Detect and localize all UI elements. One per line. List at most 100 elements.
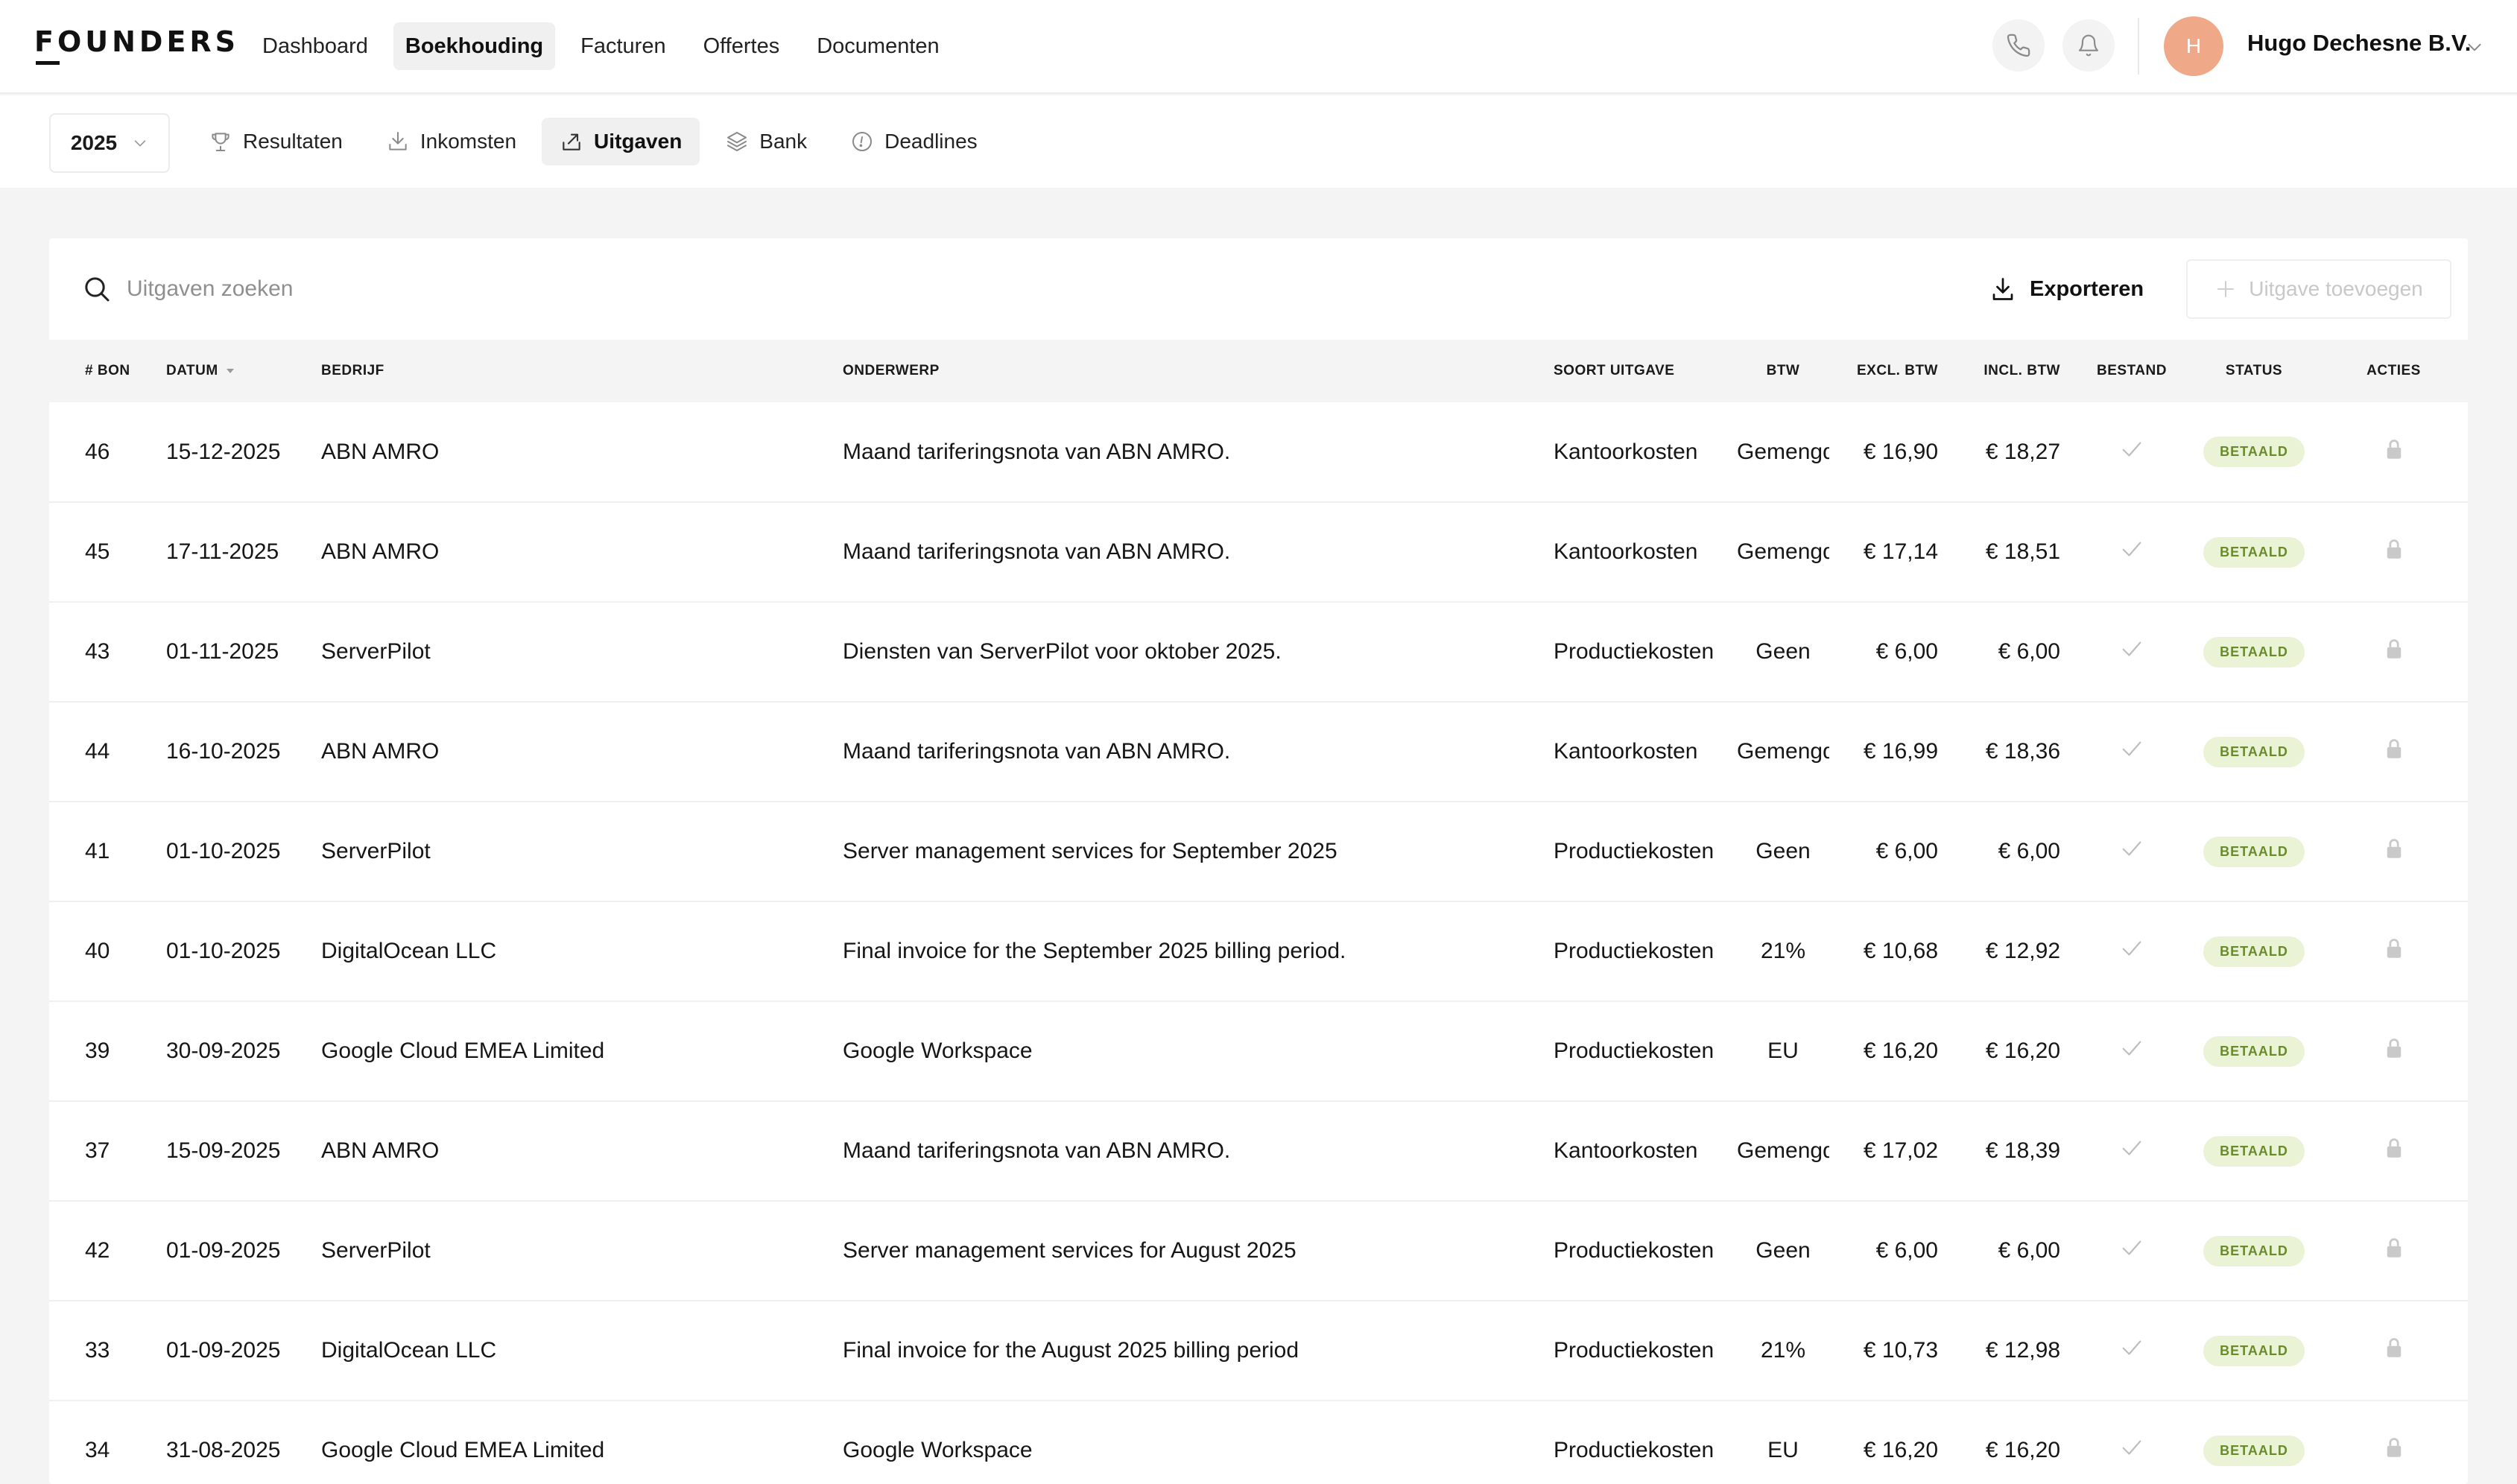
notifications-button[interactable] — [2062, 19, 2115, 72]
search-input[interactable] — [127, 268, 1170, 310]
cell-incl: € 6,00 — [1998, 839, 2060, 863]
lock-icon[interactable] — [2384, 1436, 2404, 1459]
cell-acties — [2320, 1201, 2468, 1301]
cell-onderwerp: Google Workspace — [843, 1039, 1033, 1063]
cell-btw: 21% — [1760, 939, 1806, 963]
col-header-btw[interactable]: BTW — [1737, 340, 1829, 402]
cell-bedrijf: ABN AMRO — [321, 539, 440, 564]
lock-icon[interactable] — [2384, 1137, 2404, 1159]
status-badge: BETAALD — [2203, 1235, 2305, 1266]
cell-incl: € 6,00 — [1998, 1238, 2060, 1263]
tab-bank[interactable]: Bank — [707, 118, 825, 165]
cell-bon: 42 — [85, 1238, 110, 1263]
lock-icon[interactable] — [2384, 1237, 2404, 1259]
nav-item-boekhouding[interactable]: Boekhouding — [393, 22, 556, 70]
cell-bedrijf: ServerPilot — [321, 1238, 431, 1263]
year-value: 2025 — [70, 131, 118, 154]
lock-icon[interactable] — [2384, 538, 2404, 560]
cell-bestand — [2075, 1201, 2188, 1301]
cell-bedrijf: ABN AMRO — [321, 439, 440, 464]
founders-logo[interactable]: FOUNDERS — [34, 25, 239, 58]
cell-bon: 37 — [85, 1138, 110, 1163]
tab-uitgaven[interactable]: Uitgaven — [542, 118, 700, 165]
lock-icon[interactable] — [2384, 638, 2404, 660]
check-icon[interactable] — [2119, 1435, 2144, 1460]
lock-icon[interactable] — [2384, 1037, 2404, 1059]
lock-icon[interactable] — [2384, 1336, 2404, 1359]
cell-bon: 40 — [85, 939, 110, 963]
lock-icon[interactable] — [2384, 937, 2404, 960]
nav-item-offertes[interactable]: Offertes — [691, 22, 792, 70]
cell-datum: 01-09-2025 — [166, 1338, 281, 1363]
col-header-soort[interactable]: SOORT UITGAVE — [1554, 340, 1737, 402]
cell-status: BETAALD — [2188, 402, 2320, 502]
tab-deadlines[interactable]: Deadlines — [832, 118, 995, 165]
status-badge: BETAALD — [2203, 936, 2305, 967]
year-select[interactable]: 2025 — [49, 113, 170, 173]
table-row[interactable]: 33 01-09-2025 DigitalOcean LLC Final inv… — [49, 1301, 2468, 1401]
check-icon[interactable] — [2119, 736, 2144, 761]
call-button[interactable] — [1992, 19, 2045, 72]
col-header-datum[interactable]: DATUM — [166, 340, 321, 402]
col-header-incl[interactable]: INCL. BTW — [1953, 340, 2075, 402]
table-row[interactable]: 40 01-10-2025 DigitalOcean LLC Final inv… — [49, 901, 2468, 1001]
nav-item-documenten[interactable]: Documenten — [805, 22, 951, 70]
logo-underline — [36, 61, 60, 65]
col-header-onderwerp[interactable]: ONDERWERP — [843, 340, 1554, 402]
avatar[interactable]: H — [2164, 16, 2223, 76]
cell-bestand — [2075, 1001, 2188, 1101]
status-badge: BETAALD — [2203, 437, 2305, 467]
table-row[interactable]: 41 01-10-2025 ServerPilot Server managem… — [49, 802, 2468, 901]
cell-acties — [2320, 602, 2468, 702]
cell-bestand — [2075, 1401, 2188, 1484]
company-name[interactable]: Hugo Dechesne B.V. — [2247, 30, 2471, 57]
cell-bestand — [2075, 901, 2188, 1001]
check-icon[interactable] — [2119, 636, 2144, 662]
table-row[interactable]: 44 16-10-2025 ABN AMRO Maand tariferings… — [49, 702, 2468, 802]
cell-btw: Gemengd — [1737, 739, 1829, 764]
cell-btw: EU — [1767, 1438, 1799, 1462]
tab-resultaten[interactable]: Resultaten — [191, 118, 361, 165]
cell-datum: 17-11-2025 — [166, 539, 279, 564]
table-row[interactable]: 37 15-09-2025 ABN AMRO Maand tariferings… — [49, 1101, 2468, 1201]
col-header-label: DATUM — [166, 363, 218, 378]
cell-incl: € 16,20 — [1985, 1039, 2060, 1063]
col-header-bedrijf[interactable]: BEDRIJF — [321, 340, 843, 402]
cell-soort: Productiekosten — [1554, 1039, 1715, 1063]
check-icon[interactable] — [2119, 936, 2144, 961]
table-row[interactable]: 39 30-09-2025 Google Cloud EMEA Limited … — [49, 1001, 2468, 1101]
chevron-down-icon[interactable] — [2465, 37, 2484, 57]
check-icon[interactable] — [2119, 1235, 2144, 1261]
col-header-excl[interactable]: EXCL. BTW — [1829, 340, 1953, 402]
check-icon[interactable] — [2119, 1335, 2144, 1360]
lock-icon[interactable] — [2384, 738, 2404, 760]
export-button[interactable]: Exporteren — [1989, 268, 2144, 310]
col-header-bestand[interactable]: BESTAND — [2075, 340, 2188, 402]
table-row[interactable]: 34 31-08-2025 Google Cloud EMEA Limited … — [49, 1401, 2468, 1484]
cell-bon: 34 — [85, 1438, 110, 1462]
table-row[interactable]: 46 15-12-2025 ABN AMRO Maand tariferings… — [49, 402, 2468, 502]
check-icon[interactable] — [2119, 836, 2144, 861]
cell-bedrijf: ABN AMRO — [321, 739, 440, 764]
cell-onderwerp: Maand tariferingsnota van ABN AMRO. — [843, 439, 1231, 464]
toolbar: Exporteren Uitgave toevoegen — [49, 238, 2468, 340]
add-expense-button[interactable]: Uitgave toevoegen — [2186, 259, 2451, 319]
tab-inkomsten[interactable]: Inkomsten — [368, 118, 534, 165]
export-label: Exporteren — [2030, 276, 2144, 301]
table-row[interactable]: 43 01-11-2025 ServerPilot Diensten van S… — [49, 602, 2468, 702]
col-header-bon[interactable]: # BON — [49, 340, 166, 402]
nav-item-dashboard[interactable]: Dashboard — [250, 22, 380, 70]
plus-icon — [2217, 281, 2235, 297]
check-icon[interactable] — [2119, 536, 2144, 562]
status-badge: BETAALD — [2203, 736, 2305, 767]
table-row[interactable]: 42 01-09-2025 ServerPilot Server managem… — [49, 1201, 2468, 1301]
cell-onderwerp: Google Workspace — [843, 1438, 1033, 1462]
col-header-status[interactable]: STATUS — [2188, 340, 2320, 402]
lock-icon[interactable] — [2384, 438, 2404, 460]
nav-item-facturen[interactable]: Facturen — [569, 22, 677, 70]
check-icon[interactable] — [2119, 1036, 2144, 1061]
lock-icon[interactable] — [2384, 837, 2404, 860]
check-icon[interactable] — [2119, 1135, 2144, 1161]
check-icon[interactable] — [2119, 437, 2144, 462]
table-row[interactable]: 45 17-11-2025 ABN AMRO Maand tariferings… — [49, 502, 2468, 602]
